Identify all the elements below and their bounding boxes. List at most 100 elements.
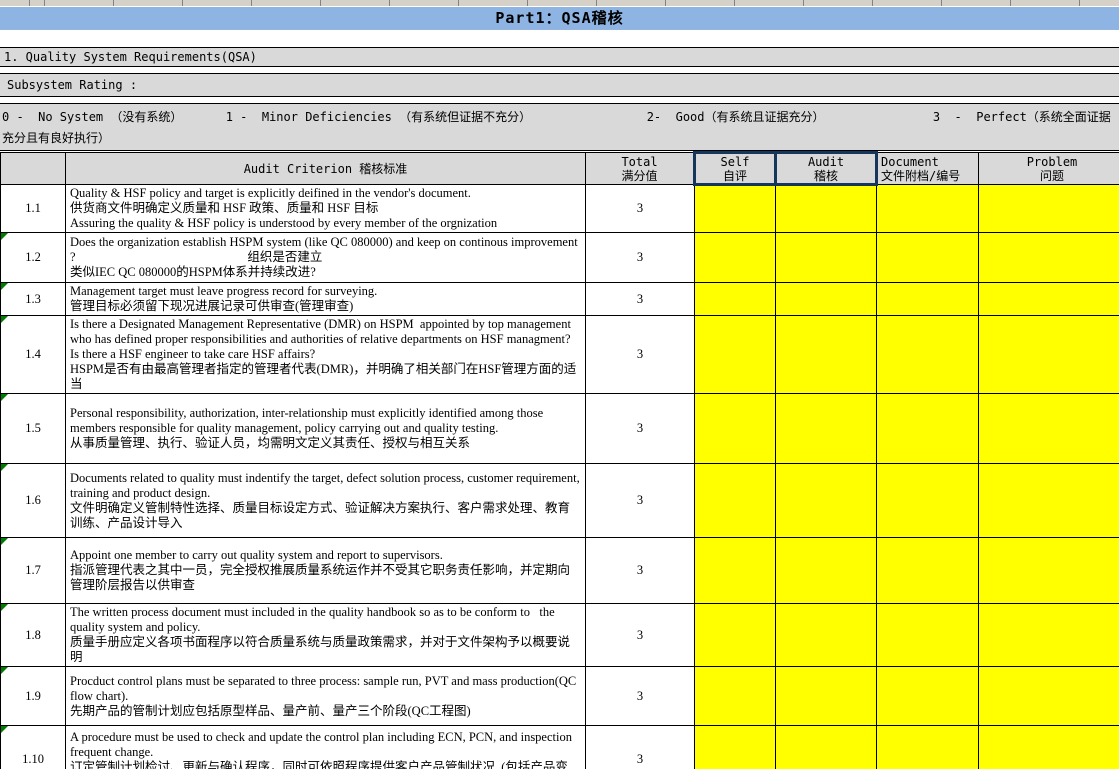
self-score-cell[interactable] (695, 726, 776, 769)
total-score-cell[interactable]: 3 (586, 394, 695, 464)
self-score-cell[interactable] (695, 185, 776, 233)
col-header-document: Document文件附档/编号 (877, 153, 979, 185)
col-header-total: Total满分值 (586, 153, 695, 185)
col-header-zh: 满分值 (586, 169, 693, 183)
row-id-cell[interactable]: 1.1 (1, 185, 66, 233)
audit-score-cell[interactable] (776, 604, 877, 667)
audit-score-cell[interactable] (776, 316, 877, 394)
document-ref-cell[interactable] (877, 538, 979, 604)
audit-criteria-table: Audit Criterion 稽核标准Total满分值Self自评Audit稽… (0, 151, 1119, 769)
problem-cell[interactable] (979, 394, 1119, 464)
col-header-problem: Problem问题 (979, 153, 1119, 185)
row-id-cell[interactable]: 1.6 (1, 464, 66, 538)
total-score-cell[interactable]: 3 (586, 185, 695, 233)
document-ref-cell[interactable] (877, 667, 979, 726)
problem-cell[interactable] (979, 538, 1119, 604)
audit-score-cell[interactable] (776, 233, 877, 283)
criterion-row-1.3: 1.3Management target must leave progress… (1, 283, 1119, 316)
criterion-cell[interactable]: Quality & HSF policy and target is expli… (66, 185, 586, 233)
problem-cell[interactable] (979, 283, 1119, 316)
total-score-cell[interactable]: 3 (586, 538, 695, 604)
criterion-row-1.2: 1.2Does the organization establish HSPM … (1, 233, 1119, 283)
total-score-cell[interactable]: 3 (586, 726, 695, 769)
document-ref-cell[interactable] (877, 464, 979, 538)
criterion-row-1.7: 1.7Appoint one member to carry out quali… (1, 538, 1119, 604)
col-header-criterion: Audit Criterion 稽核标准 (66, 153, 586, 185)
criterion-cell[interactable]: The written process document must includ… (66, 604, 586, 667)
criterion-row-1.1: 1.1Quality & HSF policy and target is ex… (1, 185, 1119, 233)
audit-score-cell[interactable] (776, 667, 877, 726)
self-score-cell[interactable] (695, 316, 776, 394)
criterion-cell[interactable]: A procedure must be used to check and up… (66, 726, 586, 769)
col-header-zh: 问题 (979, 169, 1119, 183)
criterion-cell[interactable]: Personal responsibility, authorization, … (66, 394, 586, 464)
col-header-en: Document (881, 155, 978, 169)
row-id-cell[interactable]: 1.7 (1, 538, 66, 604)
col-header-en: Problem (979, 155, 1119, 169)
criterion-row-1.6: 1.6Documents related to quality must ind… (1, 464, 1119, 538)
document-ref-cell[interactable] (877, 726, 979, 769)
row-id-cell[interactable]: 1.3 (1, 283, 66, 316)
table-body: 1.1Quality & HSF policy and target is ex… (1, 185, 1119, 769)
problem-cell[interactable] (979, 233, 1119, 283)
document-ref-cell[interactable] (877, 394, 979, 464)
self-score-cell[interactable] (695, 464, 776, 538)
total-score-cell[interactable]: 3 (586, 283, 695, 316)
problem-cell[interactable] (979, 667, 1119, 726)
col-header-audit: Audit稽核 (776, 153, 877, 185)
problem-cell[interactable] (979, 316, 1119, 394)
self-score-cell[interactable] (695, 604, 776, 667)
audit-score-cell[interactable] (776, 394, 877, 464)
criterion-row-1.4: 1.4Is there a Designated Management Repr… (1, 316, 1119, 394)
criterion-cell[interactable]: Documents related to quality must indent… (66, 464, 586, 538)
total-score-cell[interactable]: 3 (586, 604, 695, 667)
col-header-zh: 自评 (696, 169, 774, 183)
sheet-title: Part1：QSA稽核 (0, 7, 1119, 30)
col-header-self: Self自评 (695, 153, 776, 185)
audit-score-cell[interactable] (776, 185, 877, 233)
criterion-cell[interactable]: Management target must leave progress re… (66, 283, 586, 316)
subsystem-rating-label: Subsystem Rating : (0, 73, 1119, 97)
self-score-cell[interactable] (695, 233, 776, 283)
criterion-row-1.9: 1.9Procduct control plans must be separa… (1, 667, 1119, 726)
audit-score-cell[interactable] (776, 464, 877, 538)
col-header-zh: 稽核 (777, 169, 875, 183)
total-score-cell[interactable]: 3 (586, 316, 695, 394)
total-score-cell[interactable]: 3 (586, 464, 695, 538)
row-id-cell[interactable]: 1.8 (1, 604, 66, 667)
criterion-row-1.5: 1.5Personal responsibility, authorizatio… (1, 394, 1119, 464)
row-id-cell[interactable]: 1.4 (1, 316, 66, 394)
total-score-cell[interactable]: 3 (586, 667, 695, 726)
row-id-cell[interactable]: 1.9 (1, 667, 66, 726)
self-score-cell[interactable] (695, 283, 776, 316)
total-score-cell[interactable]: 3 (586, 233, 695, 283)
row-id-cell[interactable]: 1.2 (1, 233, 66, 283)
problem-cell[interactable] (979, 604, 1119, 667)
criterion-row-1.8: 1.8The written process document must inc… (1, 604, 1119, 667)
row-id-cell[interactable]: 1.5 (1, 394, 66, 464)
document-ref-cell[interactable] (877, 283, 979, 316)
section-heading: 1. Quality System Requirements(QSA) (0, 47, 1119, 67)
audit-score-cell[interactable] (776, 538, 877, 604)
criterion-cell[interactable]: Procduct control plans must be separated… (66, 667, 586, 726)
problem-cell[interactable] (979, 464, 1119, 538)
criterion-cell[interactable]: Is there a Designated Management Represe… (66, 316, 586, 394)
self-score-cell[interactable] (695, 394, 776, 464)
document-ref-cell[interactable] (877, 185, 979, 233)
column-letter-strip (0, 0, 1119, 7)
criterion-cell[interactable]: Does the organization establish HSPM sys… (66, 233, 586, 283)
document-ref-cell[interactable] (877, 316, 979, 394)
document-ref-cell[interactable] (877, 604, 979, 667)
self-score-cell[interactable] (695, 538, 776, 604)
criterion-cell[interactable]: Appoint one member to carry out quality … (66, 538, 586, 604)
row-id-cell[interactable]: 1.10 (1, 726, 66, 769)
self-score-cell[interactable] (695, 667, 776, 726)
problem-cell[interactable] (979, 185, 1119, 233)
problem-cell[interactable] (979, 726, 1119, 769)
audit-score-cell[interactable] (776, 283, 877, 316)
table-header: Audit Criterion 稽核标准Total满分值Self自评Audit稽… (1, 153, 1119, 185)
document-ref-cell[interactable] (877, 233, 979, 283)
col-header-en: Audit (777, 155, 875, 169)
audit-score-cell[interactable] (776, 726, 877, 769)
col-header-en: Self (696, 155, 774, 169)
